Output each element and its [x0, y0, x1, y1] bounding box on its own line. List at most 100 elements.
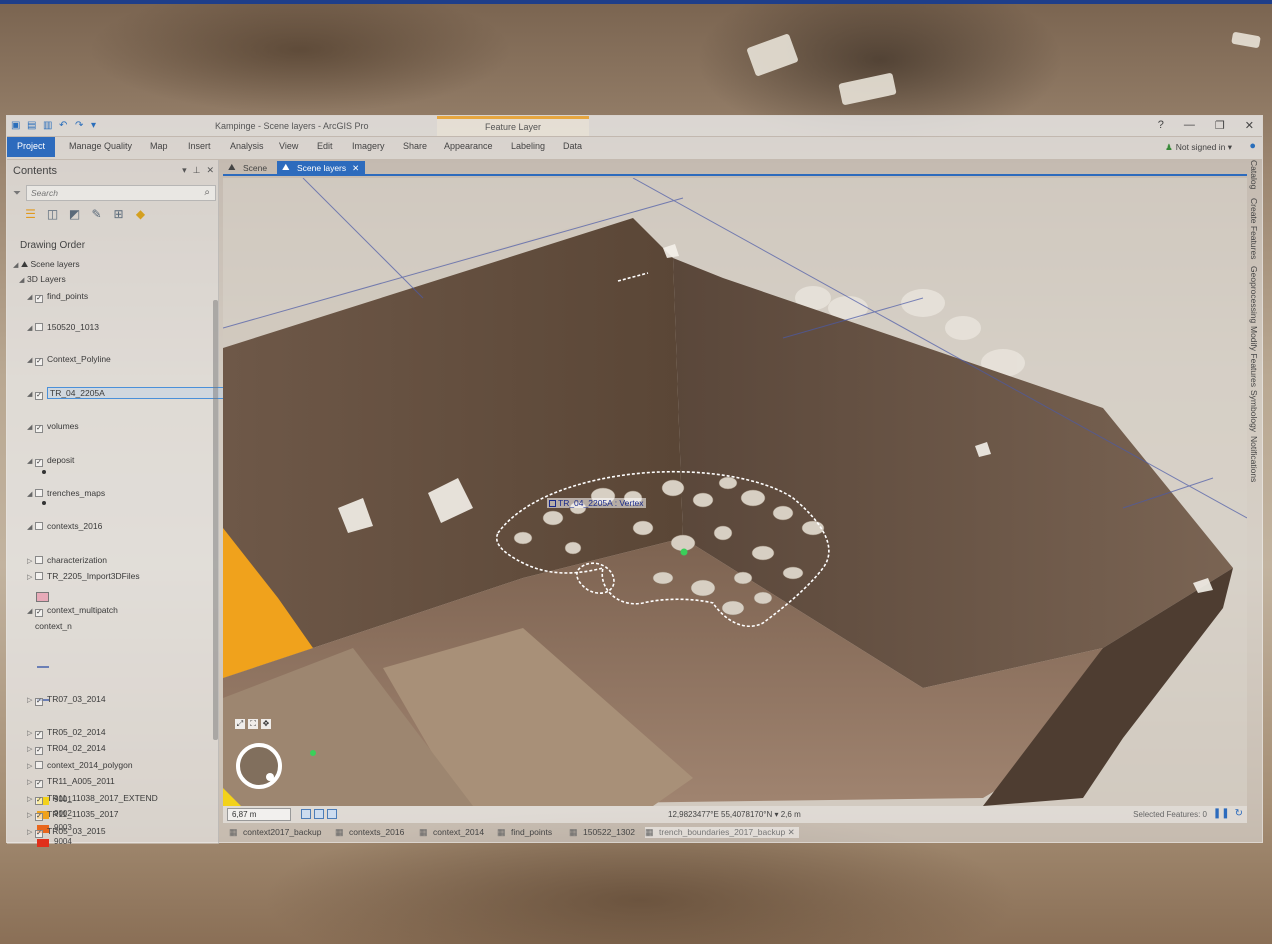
visibility-checkbox[interactable]: [35, 572, 43, 580]
collapse-icon[interactable]: ◢: [27, 521, 35, 535]
visibility-checkbox[interactable]: [35, 556, 43, 564]
visibility-checkbox[interactable]: ✓: [35, 392, 43, 400]
expand-icon[interactable]: ▷: [27, 694, 35, 708]
layer-volumes[interactable]: ◢ ✓ volumes: [27, 419, 79, 433]
navigator-control[interactable]: [236, 743, 282, 789]
grid-icon[interactable]: [301, 809, 311, 819]
layer-tr-04-2205a[interactable]: ◢ ✓ TR_04_2205A: [27, 386, 230, 400]
tab-insert[interactable]: Insert: [188, 141, 211, 151]
expand-icon[interactable]: ▷: [27, 555, 35, 569]
layer-tr07-03-2014[interactable]: ▷ ✓ TR07_03_2014: [27, 692, 106, 706]
collapse-icon[interactable]: ◢: [27, 388, 35, 402]
list-by-snapping-icon[interactable]: ⊞: [111, 207, 126, 222]
list-by-drawing-order-icon[interactable]: ☰: [23, 207, 38, 222]
tab-context2017-backup[interactable]: ▦ context2017_backup: [229, 827, 321, 837]
selected-features-count[interactable]: Selected Features: 0: [1133, 810, 1207, 819]
visibility-checkbox[interactable]: ✓: [35, 609, 43, 617]
list-by-data-source-icon[interactable]: ◫: [45, 207, 60, 222]
layer-tr11-11035-2017[interactable]: ▷ ✓ TR11_11035_2017: [27, 807, 119, 821]
visibility-checkbox[interactable]: ✓: [35, 780, 43, 788]
undo-icon[interactable]: ↶: [59, 121, 69, 131]
collapse-icon[interactable]: ◢: [27, 455, 35, 469]
layer-context-2014-polygon[interactable]: ▷ context_2014_polygon: [27, 758, 133, 772]
search-icon[interactable]: ⌕: [204, 187, 210, 198]
vertex-marker[interactable]: [680, 548, 688, 556]
vertex-marker[interactable]: [310, 750, 316, 756]
tab-labeling[interactable]: Labeling: [511, 141, 545, 151]
visibility-checkbox[interactable]: ✓: [35, 731, 43, 739]
filter-icon[interactable]: ⏷: [13, 188, 21, 199]
tab-share[interactable]: Share: [403, 141, 427, 151]
tab-analysis[interactable]: Analysis: [230, 141, 264, 151]
open-icon[interactable]: ▤: [27, 121, 37, 131]
pane-options-icon[interactable]: ▾: [182, 165, 187, 176]
contents-scrollbar[interactable]: [213, 300, 218, 740]
dock-tab-create-features[interactable]: Create Features: [1249, 198, 1259, 259]
refresh-icon[interactable]: ↻: [1235, 808, 1243, 819]
help-button[interactable]: ?: [1158, 119, 1164, 132]
dock-tab-catalog[interactable]: Catalog: [1249, 160, 1259, 189]
zoom-icon[interactable]: ⤢: [235, 719, 245, 729]
collapse-icon[interactable]: ◢: [27, 605, 35, 619]
visibility-checkbox[interactable]: ✓: [35, 830, 43, 838]
list-by-editing-icon[interactable]: ✎: [89, 207, 104, 222]
collapse-icon[interactable]: ◢: [27, 291, 35, 305]
expand-icon[interactable]: ▷: [27, 760, 35, 774]
expand-icon[interactable]: ▷: [27, 809, 35, 823]
layer-characterization[interactable]: ▷ characterization: [27, 553, 107, 567]
close-tab-icon[interactable]: ✕: [352, 163, 359, 173]
collapse-icon[interactable]: ◢: [27, 488, 35, 502]
layer-tr04-02-2014[interactable]: ▷ ✓ TR04_02_2014: [27, 741, 106, 755]
dock-tab-geoprocessing[interactable]: Geoprocessing: [1249, 266, 1259, 323]
collapse-icon[interactable]: ◢: [13, 259, 21, 273]
tab-manage-quality[interactable]: Manage Quality: [69, 141, 132, 151]
close-tab-icon[interactable]: ✕: [788, 827, 795, 837]
coordinate-readout[interactable]: 12,9823477°E 55,4078170°N ▾ 2,6 m: [668, 810, 801, 819]
visibility-checkbox[interactable]: [35, 522, 43, 530]
collapse-icon[interactable]: ◢: [19, 274, 27, 288]
layer-context-polyline[interactable]: ◢ ✓ Context_Polyline: [27, 352, 111, 366]
visibility-checkbox[interactable]: [35, 761, 43, 769]
list-by-labeling-icon[interactable]: ◆: [133, 207, 148, 222]
scene-view[interactable]: TR_04_2205A : Vertex ⤢ ⛶ ✥ ⟋ ⋀▾ ⌒▾ ⊿▾ ⌗ …: [223, 178, 1247, 806]
visibility-checkbox[interactable]: ✓: [35, 747, 43, 755]
expand-icon[interactable]: ▷: [27, 571, 35, 585]
expand-icon[interactable]: ▷: [27, 727, 35, 741]
scale-selector[interactable]: 6,87 m: [227, 808, 291, 821]
pan-icon[interactable]: ✥: [261, 719, 271, 729]
visibility-checkbox[interactable]: ✓: [35, 295, 43, 303]
visibility-checkbox[interactable]: ✓: [35, 358, 43, 366]
tab-contexts-2016[interactable]: ▦ contexts_2016: [335, 827, 404, 837]
table-icon[interactable]: [314, 809, 324, 819]
layer-tr-2205-import[interactable]: ▷ TR_2205_Import3DFiles: [27, 569, 140, 583]
search-input[interactable]: [27, 186, 187, 200]
tab-data[interactable]: Data: [563, 141, 582, 151]
save-icon[interactable]: ▥: [43, 121, 53, 131]
pin-icon[interactable]: ⊥: [193, 165, 201, 176]
tab-150522-1302[interactable]: ▦ 150522_1302: [569, 827, 635, 837]
dock-tab-notifications[interactable]: Notifications: [1249, 436, 1259, 482]
visibility-checkbox[interactable]: ✓: [35, 813, 43, 821]
expand-icon[interactable]: ▷: [27, 826, 35, 840]
redo-icon[interactable]: ↷: [75, 121, 85, 131]
sign-in-status[interactable]: ♟ Not signed in ▾: [1165, 142, 1232, 153]
expand-icon[interactable]: ▷: [27, 793, 35, 807]
layer-tr11-a005-2011[interactable]: ▷ ✓ TR11_A005_2011: [27, 774, 115, 788]
tab-project[interactable]: Project: [7, 137, 56, 157]
tab-edit[interactable]: Edit: [317, 141, 333, 151]
collapse-icon[interactable]: ◢: [27, 322, 35, 336]
tab-find-points[interactable]: ▦ find_points: [497, 827, 552, 837]
visibility-checkbox[interactable]: [35, 489, 43, 497]
layer-tr05-03-2015[interactable]: ▷ ✓ TR05_03_2015: [27, 824, 106, 838]
layout-icon[interactable]: [327, 809, 337, 819]
tree-scene-layers[interactable]: ◢ ⛰ Scene layers: [13, 257, 80, 271]
expand-icon[interactable]: ▷: [27, 743, 35, 757]
layer-tr11-11038-2017-extend[interactable]: ▷ ✓ TR11_11038_2017_EXTEND: [27, 791, 158, 805]
layer-150520-1013[interactable]: ◢ 150520_1013: [27, 320, 99, 334]
full-extent-icon[interactable]: ⛶: [248, 719, 258, 729]
visibility-checkbox[interactable]: [35, 323, 43, 331]
layer-trenches-maps[interactable]: ◢ trenches_maps: [27, 486, 105, 500]
notification-icon[interactable]: ●: [1249, 140, 1256, 152]
tree-3d-layers[interactable]: ◢ 3D Layers: [19, 272, 66, 286]
visibility-checkbox[interactable]: ✓: [35, 425, 43, 433]
